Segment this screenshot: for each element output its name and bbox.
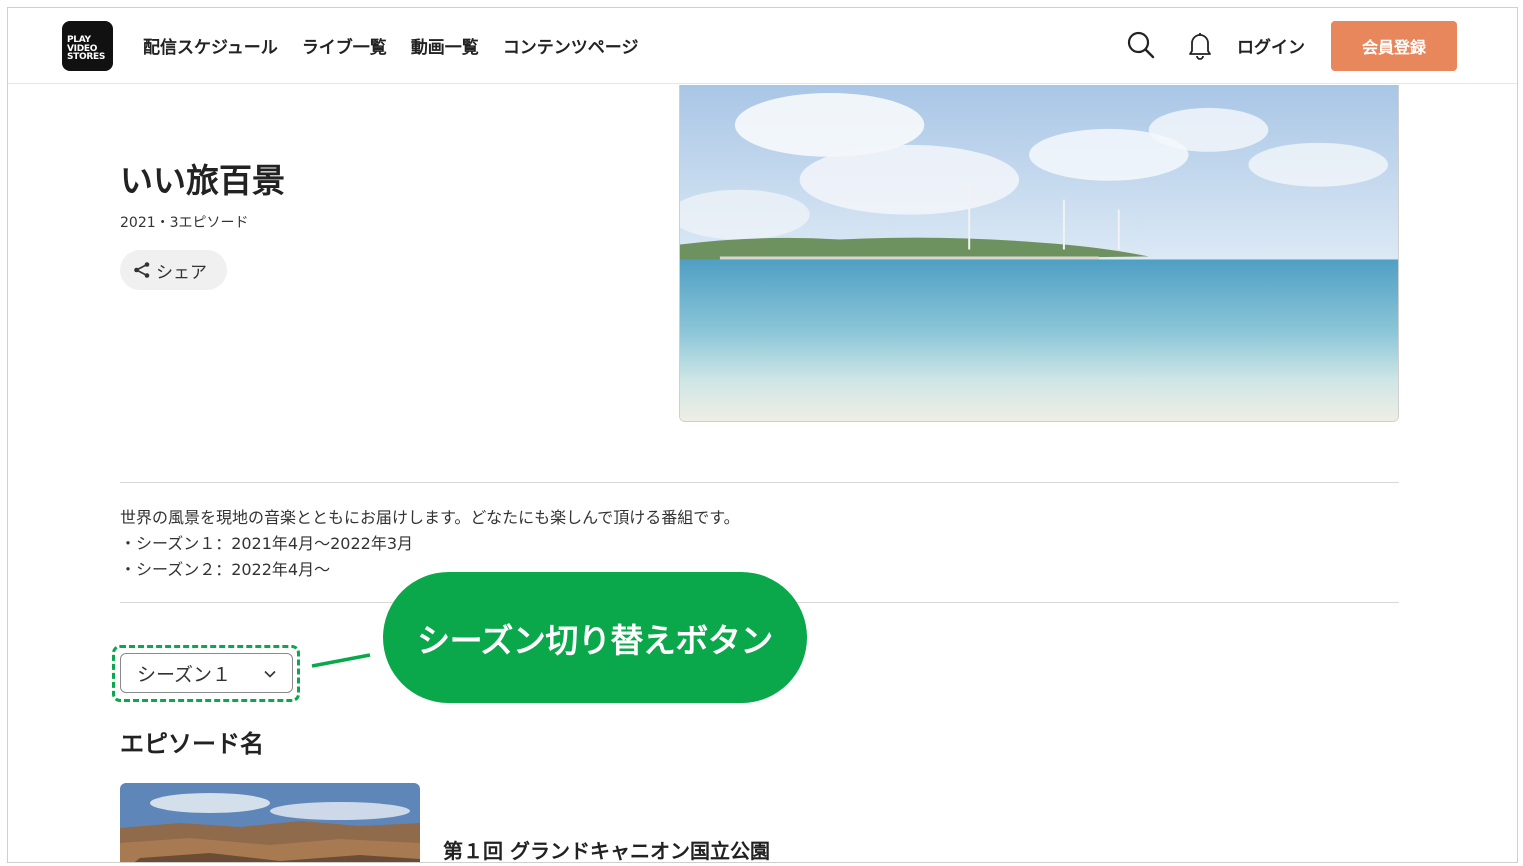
program-title: いい旅百景 <box>120 161 285 200</box>
nav-item-schedule[interactable]: 配信スケジュール <box>143 33 278 58</box>
bell-icon[interactable] <box>1186 30 1214 60</box>
signup-button[interactable]: 会員登録 <box>1331 21 1457 71</box>
login-link[interactable]: ログイン <box>1237 33 1305 58</box>
site-logo[interactable]: PLAY VIDEO STORES <box>62 21 113 71</box>
logo-line: STORES <box>67 52 106 62</box>
chevron-down-icon <box>264 670 276 678</box>
nav-item-live-list[interactable]: ライブ一覧 <box>302 33 387 58</box>
share-button[interactable]: シェア <box>120 250 227 290</box>
season-select-value: シーズン１ <box>137 663 232 686</box>
site-header: PLAY VIDEO STORES 配信スケジュール ライブ一覧 動画一覧 コン… <box>8 8 1517 84</box>
nav-item-content-page[interactable]: コンテンツページ <box>503 33 639 58</box>
description-line: ・シーズン１：2021年4月～2022年3月 <box>120 534 413 553</box>
program-meta: 2021・3エピソード <box>120 215 249 231</box>
annotation-callout: シーズン切り替えボタン <box>383 572 807 703</box>
section-divider <box>120 482 1399 483</box>
app-frame: PLAY VIDEO STORES 配信スケジュール ライブ一覧 動画一覧 コン… <box>7 7 1518 863</box>
description-line: 世界の風景を現地の音楽とともにお届けします。どなたにも楽しんで頂ける番組です。 <box>120 508 740 527</box>
main-nav: 配信スケジュール ライブ一覧 動画一覧 コンテンツページ <box>143 33 638 58</box>
nav-item-video-list[interactable]: 動画一覧 <box>411 33 479 58</box>
search-icon[interactable] <box>1126 30 1156 60</box>
share-label: シェア <box>156 262 207 283</box>
episodes-heading: エピソード名 <box>120 730 264 758</box>
episode-thumbnail[interactable] <box>120 783 420 862</box>
episode-title[interactable]: 第１回 グランドキャニオン国立公園 <box>443 835 770 862</box>
program-hero-image <box>679 85 1399 422</box>
season-select[interactable]: シーズン１ <box>120 653 293 693</box>
annotation-connector-line <box>311 653 371 668</box>
share-icon <box>134 262 150 278</box>
